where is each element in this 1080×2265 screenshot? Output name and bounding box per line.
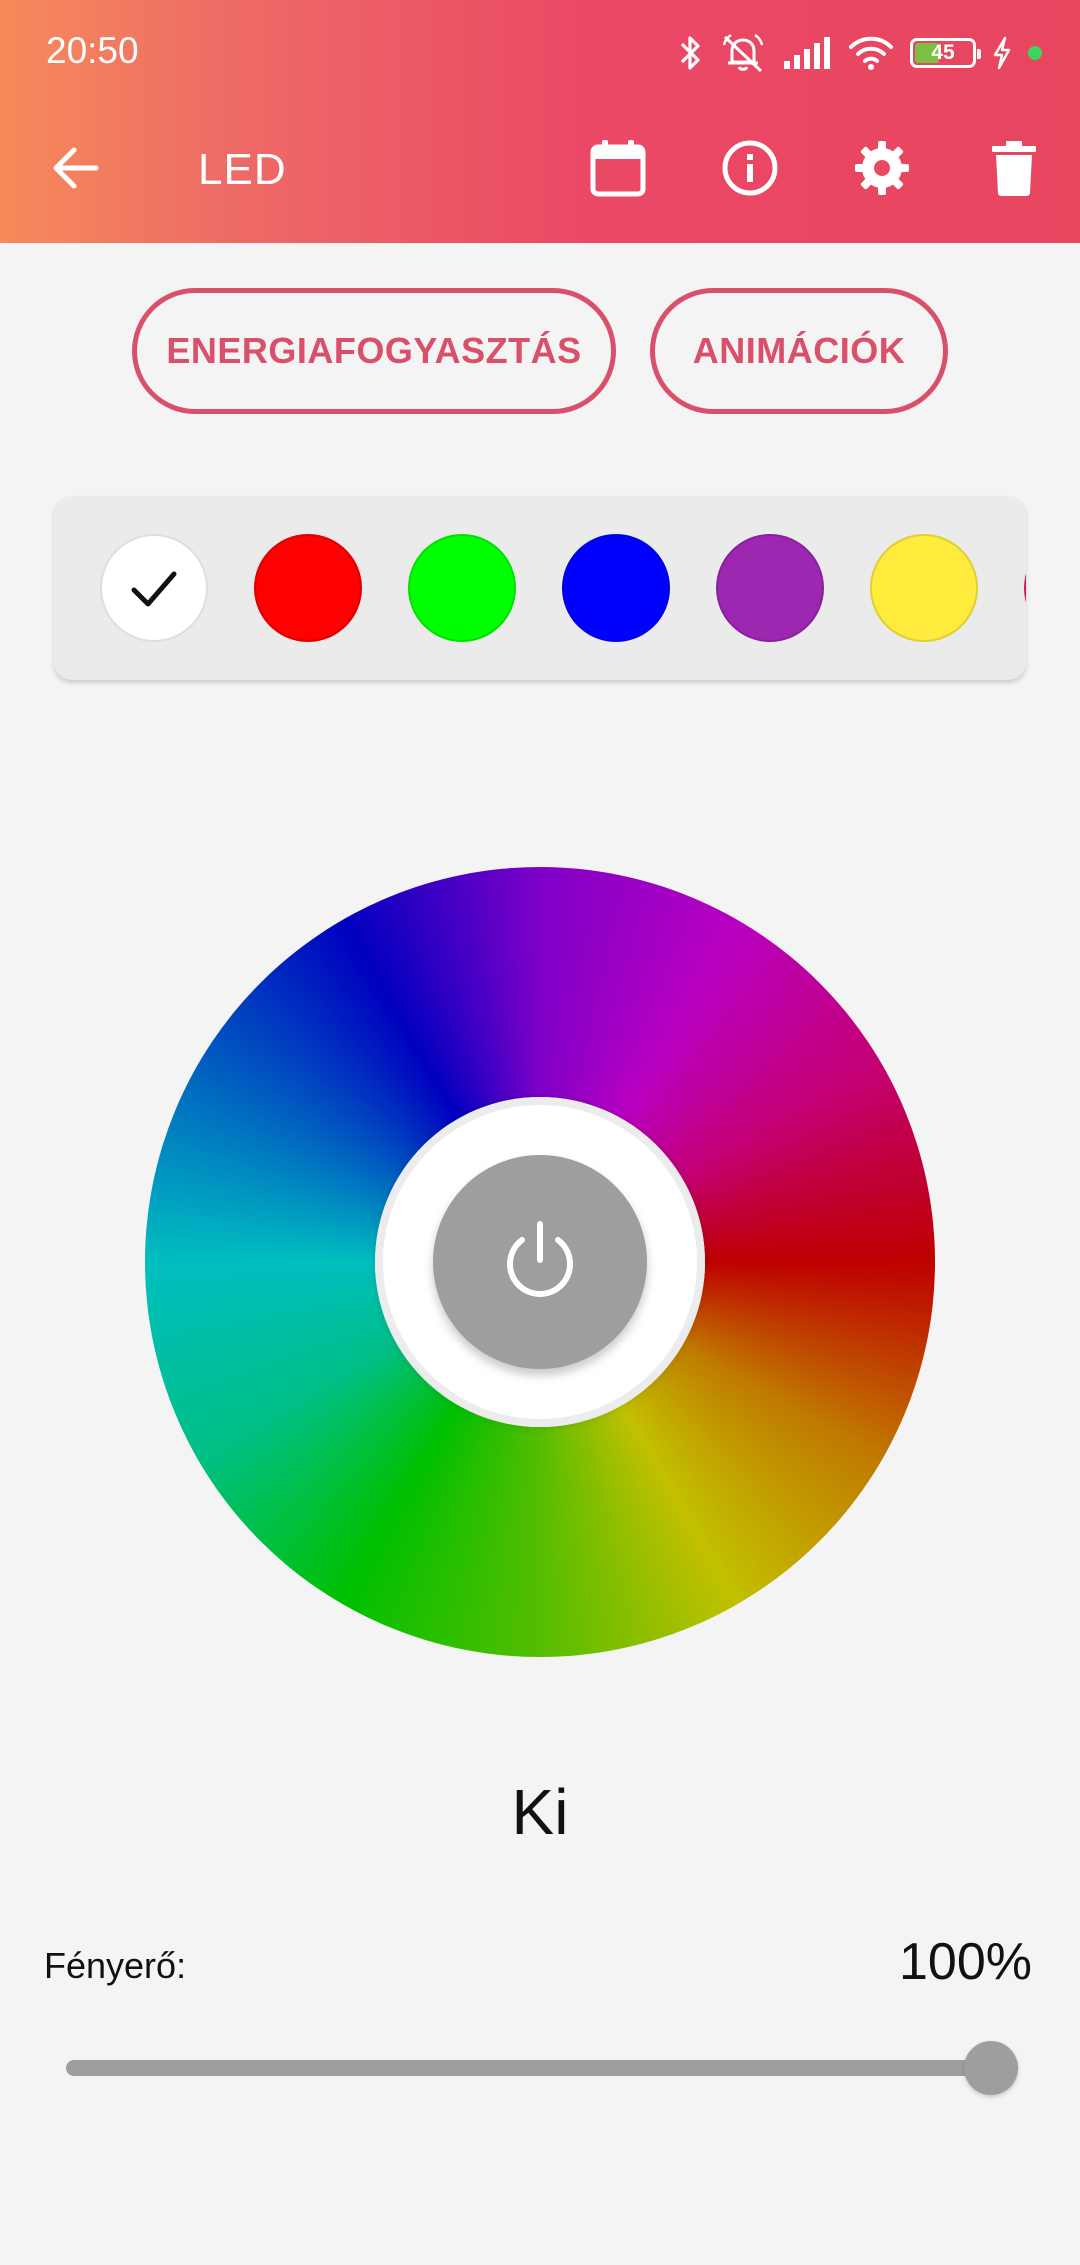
power-state-label: Ki <box>511 1776 569 1848</box>
privacy-indicator-dot <box>1028 46 1042 60</box>
gear-icon <box>855 141 909 195</box>
status-icons: 45 <box>676 26 1042 80</box>
power-icon <box>507 1221 573 1297</box>
checkmark-icon <box>131 571 177 607</box>
brightness-slider-thumb[interactable] <box>964 2041 1018 2095</box>
settings-button[interactable] <box>848 134 916 202</box>
brightness-slider-track[interactable] <box>66 2060 1018 2076</box>
wifi-icon <box>849 36 893 70</box>
energy-consumption-button[interactable]: ENERGIAFOGYASZTÁS <box>132 288 616 414</box>
color-swatch[interactable] <box>100 534 208 642</box>
delete-button[interactable] <box>980 134 1048 202</box>
animations-button[interactable]: ANIMÁCIÓK <box>650 288 948 414</box>
color-swatch[interactable] <box>408 534 516 642</box>
page-title: LED <box>198 145 287 194</box>
back-button[interactable] <box>46 138 106 198</box>
color-swatch[interactable] <box>1024 534 1026 642</box>
color-swatch[interactable] <box>716 534 824 642</box>
status-time: 20:50 <box>46 30 139 71</box>
muted-alarm-icon <box>722 33 764 73</box>
color-swatch[interactable] <box>870 534 978 642</box>
info-icon <box>722 140 778 196</box>
power-button[interactable] <box>433 1155 647 1369</box>
calendar-icon <box>590 140 646 197</box>
battery-level: 45 <box>931 41 955 64</box>
bluetooth-icon <box>680 36 700 70</box>
signal-icon <box>784 37 830 69</box>
color-palette <box>54 496 1026 680</box>
battery-icon: 45 <box>910 38 981 68</box>
arrow-left-icon <box>53 147 99 189</box>
info-button[interactable] <box>716 134 784 202</box>
schedule-button[interactable] <box>584 134 652 202</box>
brightness-label: Fényerő: <box>44 1945 187 1986</box>
charging-icon <box>993 36 1011 70</box>
app-header: 20:50 45 LED <box>0 0 1080 243</box>
color-swatch[interactable] <box>562 534 670 642</box>
brightness-value: 100% <box>899 1933 1032 1991</box>
color-swatch[interactable] <box>254 534 362 642</box>
trash-icon <box>992 141 1036 196</box>
